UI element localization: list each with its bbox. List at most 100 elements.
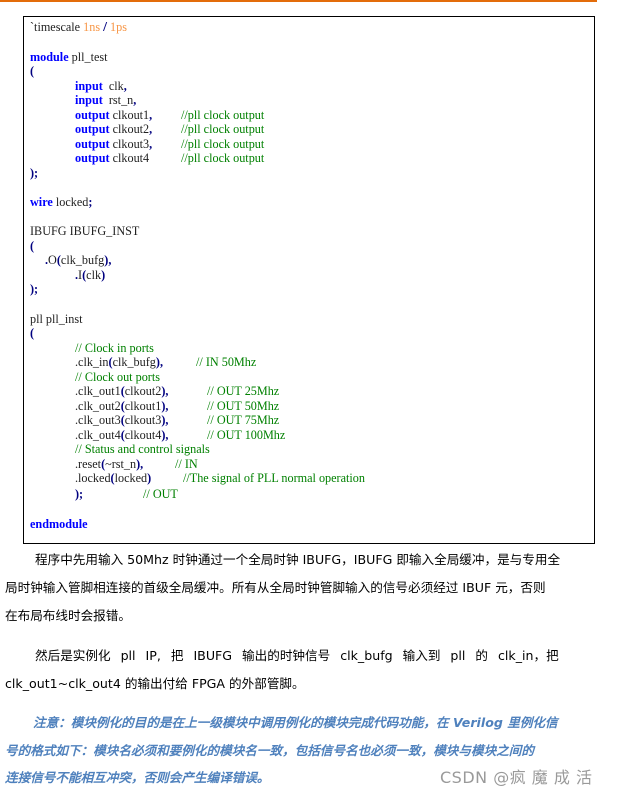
punct: ; (88, 195, 93, 209)
timescale-directive: `timescale (30, 20, 81, 34)
port-connection: .reset(~rst_n), (75, 457, 143, 471)
port-o: O (48, 253, 57, 267)
note-line-1: 注意：模块例化的目的是在上一级模块中调用例化的模块完成代码功能，在 Verilo… (33, 715, 558, 730)
port-name: .clk_in (75, 355, 109, 369)
port-connection: .clk_out4(clkout4), (75, 428, 168, 442)
paren: ) (147, 471, 152, 485)
open-paren: ( (30, 64, 35, 78)
punct: , (165, 384, 169, 398)
ibufg-o-line: ..OO(clk_bufg), (45, 253, 112, 267)
port-keyword: output (75, 137, 110, 151)
port-name: .reset (75, 457, 102, 471)
port-keyword: input (75, 79, 103, 93)
close-paren: ); (30, 166, 39, 180)
inline-comment: // OUT 50Mhz (207, 399, 280, 413)
inline-comment: //The signal of PLL normal operation (183, 471, 365, 485)
port-line: output clkout1, (75, 108, 152, 122)
section-comment: // Status and control signals (75, 442, 210, 456)
paragraph-1-line-2: 局时钟输入管脚相连接的首级全局缓冲。所有从全局时钟管脚输入的信号必须经过 IBU… (5, 580, 546, 595)
signal-name: locked (114, 471, 148, 485)
punct: , (133, 93, 137, 107)
port-name: .clk_out3 (75, 413, 121, 427)
section-comment: // Clock in ports (75, 341, 154, 355)
code-block: `timescale 1ns / 1ps module pll_test ( i… (23, 16, 595, 544)
punct: , (149, 122, 153, 136)
csdn-watermark: CSDN @疯 魔 成 活 (440, 768, 593, 787)
signal-name: clk_bufg (112, 355, 156, 369)
signal-name: clkout2 (124, 384, 162, 398)
port-keyword: output (75, 151, 110, 165)
module-name: pll_test (71, 50, 108, 64)
port-comment: //pll clock output (181, 137, 265, 151)
ibufg-i-line: .I(clk) (75, 268, 106, 282)
port-connection: .clk_out2(clkout1), (75, 399, 168, 413)
paragraph-2-line-2: clk_out1~clk_out4 的输出付给 FPGA 的外部管脚。 (5, 676, 305, 691)
paragraph-1-line-3: 在布局布线时会报错。 (5, 608, 131, 623)
inline-comment: // OUT 100Mhz (207, 428, 286, 442)
close-paren: ); (30, 282, 39, 296)
punct: , (149, 108, 153, 122)
pll-declaration: pll pll_inst (30, 312, 83, 326)
port-line: output clkout4 (75, 151, 149, 165)
timescale-line: `timescale 1ns / 1ps (30, 20, 127, 35)
port-comment: //pll clock output (181, 151, 265, 165)
port-connection: .clk_in(clk_bufg), (75, 355, 163, 369)
signal-name: clkout1 (124, 399, 162, 413)
port-comment: //pll clock output (181, 122, 265, 136)
section-comment: // Clock out ports (75, 370, 160, 384)
port-name: .locked (75, 471, 111, 485)
time-unit: 1ns (83, 20, 101, 34)
port-name: clkout2 (112, 122, 150, 136)
port-comment: //pll clock output (181, 108, 265, 122)
port-connection: .clk_out3(clkout3), (75, 413, 168, 427)
ibufg-declaration: IBUFG IBUFG_INST (30, 224, 140, 238)
port-line: input clk, (75, 79, 127, 93)
close-comment: // OUT (143, 487, 178, 501)
module-line: module pll_test (30, 50, 108, 64)
keyword-module: module (30, 50, 69, 64)
keyword-endmodule: endmodule (30, 517, 88, 531)
header-rule (0, 0, 597, 2)
port-line: output clkout3, (75, 137, 152, 151)
wire-line: wire locked; (30, 195, 92, 209)
port-line: output clkout2, (75, 122, 152, 136)
punct: , (165, 413, 169, 427)
note-line-2: 号的格式如下：模块名必须和要例化的模块名一致，包括信号名也必须一致，模块与模块之… (5, 743, 534, 758)
port-connection: .locked(locked) (75, 471, 151, 485)
signal-name: clkout3 (124, 413, 162, 427)
signal-name: clkout4 (124, 428, 162, 442)
open-paren: ( (30, 239, 35, 253)
inline-comment: // OUT 25Mhz (207, 384, 280, 398)
paragraph-1-line-1: 程序中先用输入 50Mhz 时钟通过一个全局时钟 IBUFG，IBUFG 即输入… (35, 552, 561, 567)
port-name: clkout4 (112, 151, 150, 165)
port-keyword: output (75, 108, 110, 122)
port-name: clkout1 (112, 108, 150, 122)
port-keyword: input (75, 93, 103, 107)
port-name: clkout3 (112, 137, 150, 151)
inline-comment: // IN (175, 457, 198, 471)
punct: , (149, 137, 153, 151)
port-name: clk (108, 79, 124, 93)
port-name: .clk_out4 (75, 428, 121, 442)
port-name: .clk_out1 (75, 384, 121, 398)
signal: clk (86, 268, 102, 282)
port-connection: .clk_out1(clkout2), (75, 384, 168, 398)
time-precision: 1ps (110, 20, 127, 34)
punct: , (165, 399, 169, 413)
inline-comment: // OUT 75Mhz (207, 413, 280, 427)
paragraph-2-line-1: 然后是实例化 pll IP, 把 IBUFG 输出的时钟信号 clk_bufg … (35, 648, 559, 663)
punct: , (165, 428, 169, 442)
slash: / (103, 20, 107, 35)
port-line: input rst_n, (75, 93, 136, 107)
open-paren: ( (30, 326, 35, 340)
signal-name: ~rst_n (105, 457, 137, 471)
port-name: rst_n (108, 93, 134, 107)
close-paren: ); (75, 487, 84, 501)
punct: , (140, 457, 144, 471)
keyword-wire: wire (30, 195, 53, 209)
port-name: .clk_out2 (75, 399, 121, 413)
signal: clk_bufg (60, 253, 105, 267)
inline-comment: // IN 50Mhz (196, 355, 257, 369)
punct: , (108, 253, 112, 267)
punct: , (123, 79, 127, 93)
